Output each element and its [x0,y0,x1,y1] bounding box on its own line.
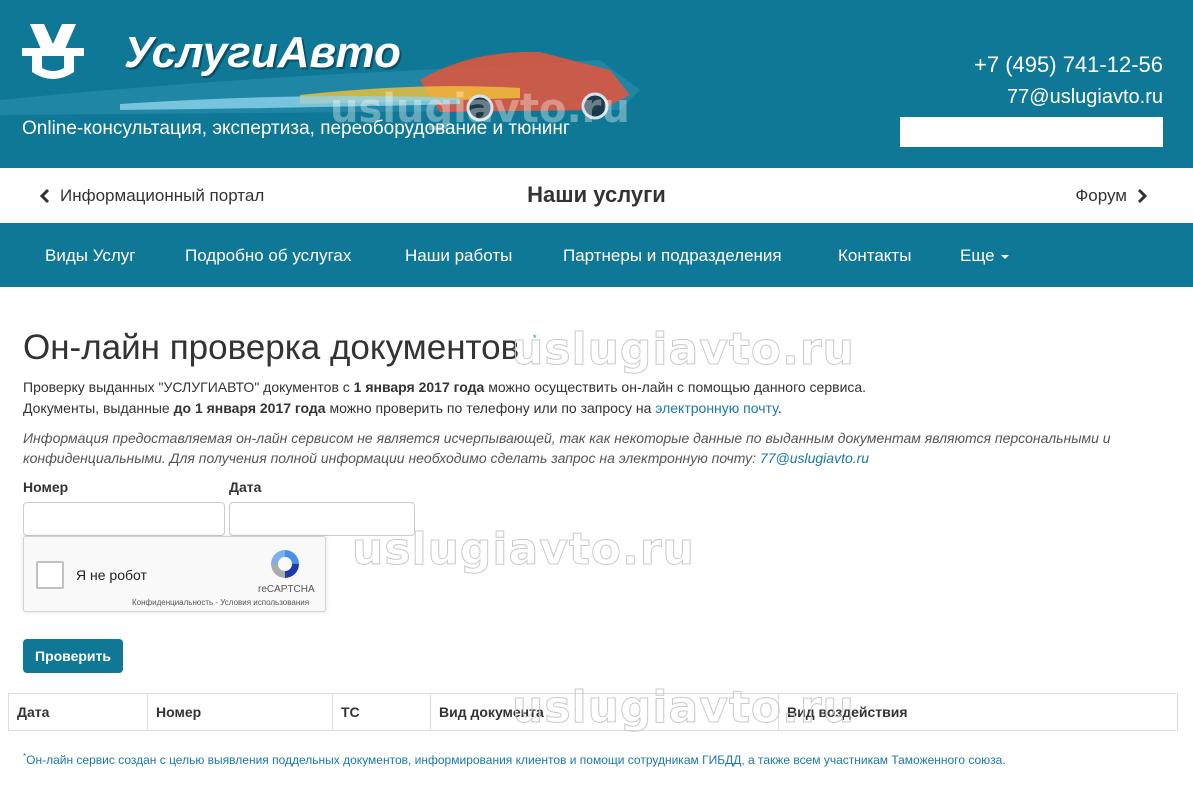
chevron-right-icon [1137,188,1148,204]
logo-icon [22,24,84,79]
intro2-date: до 1 января 2017 года [173,400,326,416]
nav-more-label: Еще [960,246,995,265]
portal-bar: Информационный портал Наши услуги Форум [0,168,1193,223]
recaptcha-brand: reCAPTCHA [258,584,315,595]
main-nav: Виды Услуг Подробно об услугах Наши рабо… [0,223,1193,287]
portal-link[interactable]: Информационный портал [38,186,264,206]
caret-down-icon [1000,254,1009,259]
footnote: *Он-лайн сервис создан с целью выявления… [23,752,1006,767]
watermark: uslugiavto.ru [512,324,855,376]
intro2-text: Документы, выданные [23,400,174,416]
column-header-doc-type: Вид документа [431,694,779,730]
forum-link-label: Форум [1075,186,1127,205]
column-header-action-type: Вид воздействия [787,704,908,720]
results-table: Дата Номер ТС Вид документа Вид воздейст… [8,693,1178,731]
number-label: Номер [23,479,69,495]
nav-item-works[interactable]: Наши работы [405,246,512,266]
forum-link[interactable]: Форум [1075,186,1149,206]
nav-item-more[interactable]: Еще [960,246,1009,266]
tagline: Online-консультация, экспертиза, переобо… [22,118,570,139]
column-header-vehicle: ТС [333,694,431,730]
recaptcha-widget: Я не робот reCAPTCHA Конфиденциальность … [23,536,326,612]
header-search-input[interactable] [900,117,1163,147]
nav-item-services[interactable]: Виды Услуг [45,246,135,266]
column-header-number: Номер [148,694,333,730]
intro2-period: . [777,400,782,416]
chevron-left-icon [39,188,50,204]
site-header: УслугиАвто uslugiavto.ru Online-консульт… [0,0,1193,168]
column-header-date: Дата [9,694,148,730]
intro2-text-mid: можно проверить по телефону или по запро… [325,400,656,416]
intro-text-end: можно осуществить он-лайн с помощью данн… [484,379,867,395]
page-title: Он-лайн проверка документов [23,328,520,367]
intro-date: 1 января 2017 года [353,379,485,395]
recaptcha-checkbox[interactable] [36,561,64,589]
nav-item-details[interactable]: Подробно об услугах [185,246,351,266]
header-email[interactable]: 77@uslugiavto.ru [1007,86,1163,109]
date-input[interactable] [229,502,415,536]
nav-item-contacts[interactable]: Контакты [838,246,911,266]
note-email-link[interactable]: 77@uslugiavto.ru [760,450,869,466]
check-button[interactable]: Проверить [23,639,123,673]
recaptcha-label: Я не робот [76,567,147,583]
note-line-2: конфиденциальными. Для получения полной … [23,450,869,466]
intro-text: Проверку выданных "УСЛУГИАВТО" документо… [23,379,354,395]
note-text: конфиденциальными. Для получения полной … [23,450,760,466]
date-label: Дата [229,479,262,495]
number-input[interactable] [23,502,225,536]
brand-name: УслугиАвто [124,28,401,77]
intro-paragraph-1: Проверку выданных "УСЛУГИАВТО" документо… [23,379,866,395]
recaptcha-logo-icon [271,550,299,578]
title-footnote-mark: * [533,333,537,343]
portal-link-label: Информационный портал [60,186,265,205]
header-phone[interactable]: +7 (495) 741-12-56 [974,52,1163,78]
email-link[interactable]: электронную почту [655,400,777,416]
footnote-text: Он-лайн сервис создан с целью выявления … [26,753,1006,767]
recaptcha-terms-link[interactable]: Конфиденциальность - Условия использован… [132,598,309,607]
nav-item-partners[interactable]: Партнеры и подразделения [563,246,782,266]
note-line-1: Информация предоставляемая он-лайн серви… [23,430,1111,446]
intro-paragraph-2: Документы, выданные до 1 января 2017 год… [23,400,782,416]
